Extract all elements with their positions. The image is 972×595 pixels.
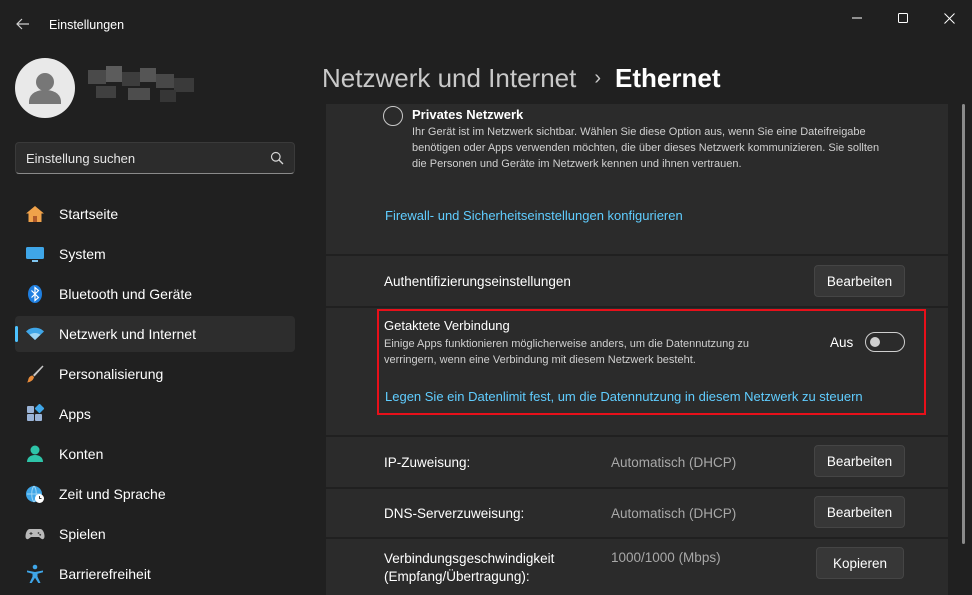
network-profile-card: Privates Netzwerk Ihr Gerät ist im Netzw… <box>326 104 948 254</box>
sidebar-item-label: Bluetooth und Geräte <box>59 286 193 302</box>
arrow-left-icon <box>16 18 29 30</box>
sidebar-nav: Startseite System Bluetooth und Geräte N… <box>15 196 295 595</box>
sidebar-item-system[interactable]: System <box>15 236 295 272</box>
auth-settings-label: Authentifizierungseinstellungen <box>384 274 571 289</box>
maximize-button[interactable] <box>880 4 926 32</box>
home-icon <box>26 206 44 222</box>
scrollbar[interactable] <box>962 104 965 544</box>
metered-connection-title: Getaktete Verbindung <box>384 318 510 333</box>
sidebar-item-label: Personalisierung <box>59 366 164 382</box>
private-network-description: Ihr Gerät ist im Netzwerk sichtbar. Wähl… <box>412 126 880 170</box>
sidebar-item-label: Barrierefreiheit <box>59 566 151 582</box>
sidebar-item-apps[interactable]: Apps <box>15 396 295 432</box>
page-title: Ethernet <box>615 62 721 93</box>
sidebar-item-personalisierung[interactable]: Personalisierung <box>15 356 295 392</box>
sidebar-item-konten[interactable]: Konten <box>15 436 295 472</box>
ip-assignment-label: IP-Zuweisung: <box>384 455 471 470</box>
sidebar-item-bluetooth[interactable]: Bluetooth und Geräte <box>15 276 295 312</box>
metered-connection-toggle[interactable] <box>865 332 905 352</box>
sidebar-item-label: Netzwerk und Internet <box>59 326 196 342</box>
person-icon <box>27 445 43 462</box>
toggle-knob <box>870 337 880 347</box>
sidebar-item-label: Spielen <box>59 526 106 542</box>
sidebar-item-barrierefreiheit[interactable]: Barrierefreiheit <box>15 556 295 592</box>
sidebar-item-label: Startseite <box>59 206 119 222</box>
breadcrumb: Netzwerk und Internet › Ethernet <box>322 58 721 98</box>
dns-assignment-label: DNS-Serverzuweisung: <box>384 506 525 521</box>
data-limit-link[interactable]: Legen Sie ein Datenlimit fest, um die Da… <box>385 389 863 404</box>
sidebar-item-zeit-sprache[interactable]: Zeit und Sprache <box>15 476 295 512</box>
username-redacted <box>88 66 194 102</box>
back-button[interactable] <box>10 10 36 38</box>
breadcrumb-separator: › <box>594 66 602 89</box>
search-box[interactable] <box>15 142 295 174</box>
private-network-radio[interactable] <box>383 106 403 126</box>
sidebar-item-spielen[interactable]: Spielen <box>15 516 295 552</box>
accessibility-icon <box>27 564 43 583</box>
wifi-icon <box>26 327 44 340</box>
app-title: Einstellungen <box>49 18 125 32</box>
minimize-button[interactable] <box>834 4 880 32</box>
sidebar-item-label: System <box>59 246 106 262</box>
copy-button[interactable]: Kopieren <box>816 547 904 579</box>
bluetooth-icon <box>28 285 42 303</box>
metered-connection-row: Getaktete Verbindung Einige Apps funktio… <box>326 308 948 435</box>
edit-ip-button[interactable]: Bearbeiten <box>814 445 905 477</box>
auth-settings-row: Authentifizierungseinstellungen Bearbeit… <box>326 256 948 306</box>
apps-icon <box>27 404 45 421</box>
link-speed-label: Verbindungsgeschwindigkeit (Empfang/Über… <box>384 550 554 586</box>
link-speed-row: Verbindungsgeschwindigkeit (Empfang/Über… <box>326 539 948 595</box>
sidebar-item-netzwerk[interactable]: Netzwerk und Internet <box>15 316 295 352</box>
ip-assignment-value: Automatisch (DHCP) <box>611 455 737 470</box>
avatar[interactable] <box>15 58 75 118</box>
private-network-title: Privates Netzwerk <box>412 107 524 122</box>
metered-toggle-state-label: Aus <box>830 335 854 350</box>
globe-clock-icon <box>26 485 44 503</box>
link-speed-value: 1000/1000 (Mbps) <box>611 550 721 565</box>
link-speed-label-line2: (Empfang/Übertragung): <box>384 569 530 584</box>
close-button[interactable] <box>926 4 972 32</box>
edit-dns-button[interactable]: Bearbeiten <box>814 496 905 528</box>
search-icon[interactable] <box>270 151 284 165</box>
sidebar-item-label: Apps <box>59 406 91 422</box>
metered-connection-description: Einige Apps funktionieren möglicherweise… <box>384 338 750 366</box>
monitor-icon <box>26 247 44 262</box>
sidebar-item-label: Zeit und Sprache <box>59 486 166 502</box>
person-placeholder-icon <box>29 73 61 104</box>
breadcrumb-parent[interactable]: Netzwerk und Internet <box>322 63 576 94</box>
edit-auth-button[interactable]: Bearbeiten <box>814 265 905 297</box>
ip-assignment-row: IP-Zuweisung: Automatisch (DHCP) Bearbei… <box>326 437 948 487</box>
firewall-settings-link[interactable]: Firewall- und Sicherheitseinstellungen k… <box>385 208 683 223</box>
brush-icon <box>27 365 44 383</box>
dns-assignment-value: Automatisch (DHCP) <box>611 506 737 521</box>
search-input[interactable] <box>26 143 261 173</box>
title-bar: Einstellungen <box>0 0 972 50</box>
dns-assignment-row: DNS-Serverzuweisung: Automatisch (DHCP) … <box>326 489 948 537</box>
sidebar-item-label: Konten <box>59 446 104 462</box>
link-speed-label-line1: Verbindungsgeschwindigkeit <box>384 551 555 566</box>
maximize-icon <box>898 13 908 23</box>
gamepad-icon <box>25 529 45 540</box>
sidebar-item-startseite[interactable]: Startseite <box>15 196 295 232</box>
close-icon <box>943 12 955 24</box>
minimize-icon <box>852 17 862 19</box>
